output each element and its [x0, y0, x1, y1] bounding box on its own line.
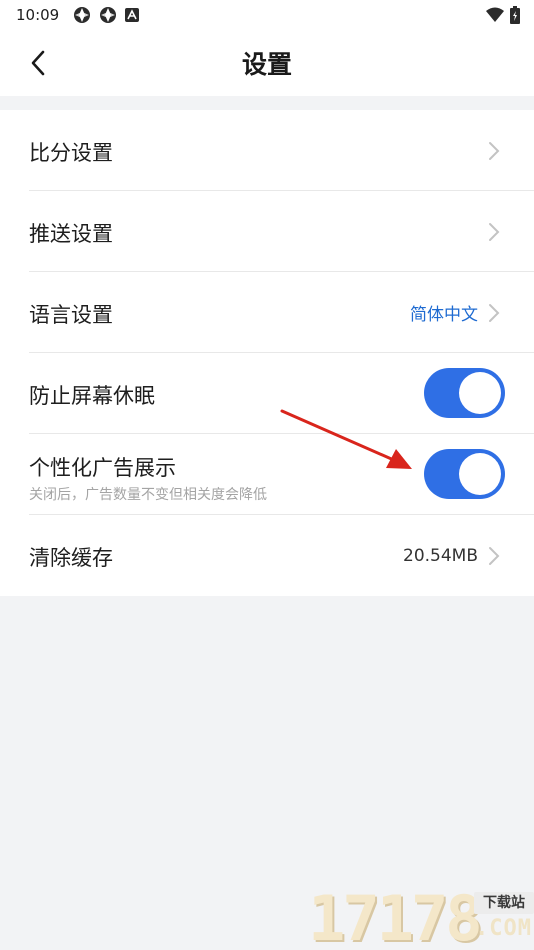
clear-cache-label: 清除缓存	[29, 546, 113, 570]
personalized-ads-label: 个性化广告展示	[29, 456, 176, 480]
push-settings-row[interactable]: 推送设置	[29, 191, 534, 272]
language-value: 简体中文	[410, 305, 478, 325]
score-settings-row[interactable]: 比分设置	[29, 110, 534, 191]
personalized-ads-subtitle: 关闭后，广告数量不变但相关度会降低	[29, 487, 267, 503]
language-settings-row[interactable]: 语言设置 简体中文	[29, 272, 534, 353]
score-settings-label: 比分设置	[29, 141, 113, 165]
keep-awake-label: 防止屏幕休眠	[29, 384, 155, 408]
watermark-badge: 下载站	[474, 892, 534, 914]
annotation-arrow	[280, 409, 412, 469]
row-right	[488, 110, 500, 191]
toggle-knob	[459, 453, 501, 495]
row-right: 简体中文	[410, 272, 500, 353]
settings-screen: 10:09 设置 比分设置 推送设置 语言设置 简体中文 防止屏幕休眠 个性化广…	[0, 0, 534, 950]
row-right	[488, 191, 500, 272]
language-settings-label: 语言设置	[29, 303, 113, 327]
status-bar: 10:09	[0, 0, 534, 30]
aperture-icon	[73, 6, 91, 24]
chevron-right-icon	[488, 303, 500, 323]
wifi-icon	[486, 7, 504, 27]
aperture-icon	[99, 6, 117, 24]
clear-cache-row[interactable]: 清除缓存 20.54MB	[29, 515, 534, 596]
status-time: 10:09	[16, 6, 60, 24]
personalized-ads-toggle[interactable]	[424, 449, 505, 499]
watermark-suffix: .COM	[475, 916, 532, 941]
settings-list: 比分设置 推送设置 语言设置 简体中文 防止屏幕休眠 个性化广告展示 关闭后，广…	[0, 110, 534, 596]
push-settings-label: 推送设置	[29, 222, 113, 246]
chevron-right-icon	[488, 141, 500, 161]
chevron-right-icon	[488, 222, 500, 242]
row-right: 20.54MB	[403, 515, 500, 596]
watermark-logo: 17178 下载站 .COM	[308, 888, 534, 950]
cache-size-value: 20.54MB	[403, 545, 478, 566]
status-right	[486, 6, 520, 28]
chevron-right-icon	[488, 546, 500, 566]
app-header: 设置	[0, 30, 534, 96]
keep-awake-toggle[interactable]	[424, 368, 505, 418]
toggle-knob	[459, 372, 501, 414]
page-title: 设置	[241, 50, 292, 79]
a-icon	[125, 8, 140, 22]
watermark-digits: 17178	[308, 882, 483, 950]
battery-charging-icon	[510, 6, 520, 28]
